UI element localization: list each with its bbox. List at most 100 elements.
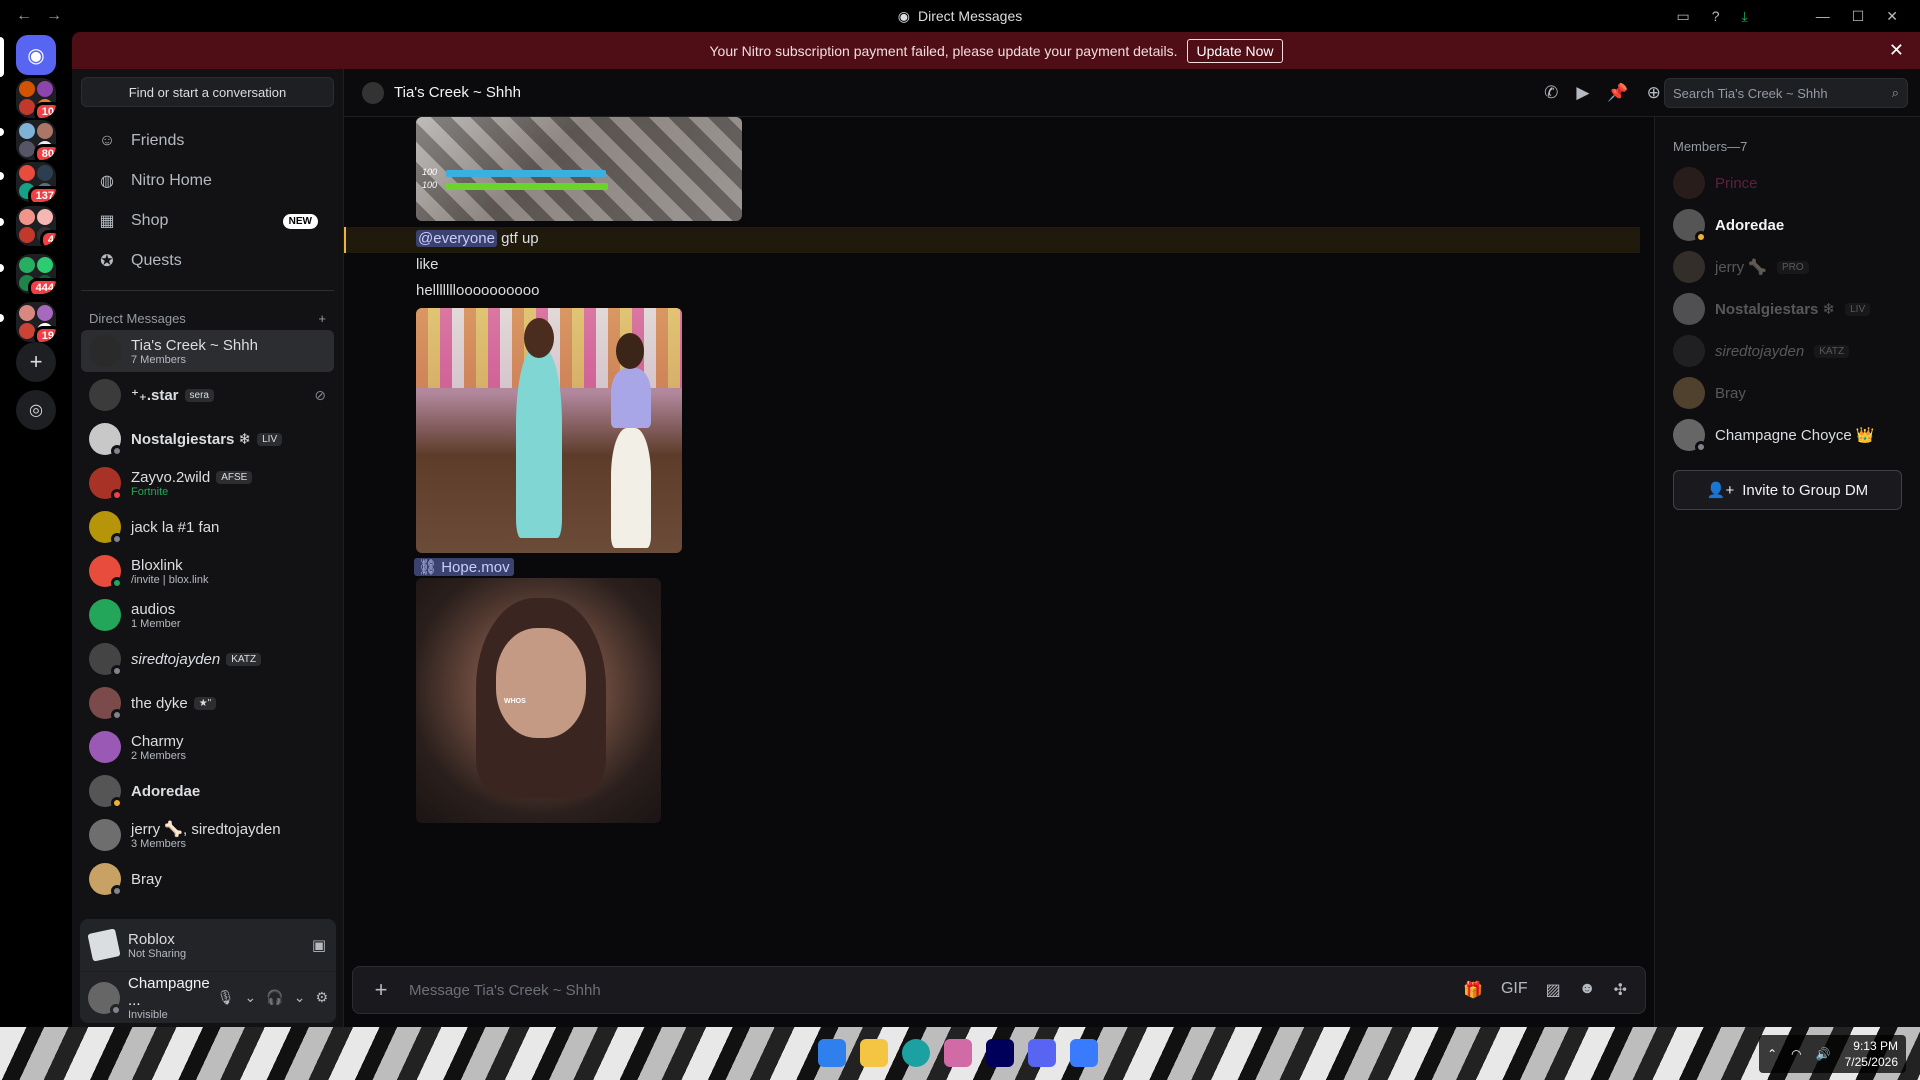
dm-item[interactable]: the dyke ★" <box>81 682 334 724</box>
emoji-icon[interactable]: ☻ <box>1579 980 1596 1000</box>
dm-item[interactable]: audios 1 Member <box>81 594 334 636</box>
file-explorer-icon[interactable] <box>860 1039 888 1067</box>
dm-item[interactable]: Tia's Creek ~ Shhh 7 Members <box>81 330 334 372</box>
voice-call-icon[interactable]: ✆ <box>1544 83 1558 103</box>
wifi-icon[interactable]: ◠ <box>1791 1047 1801 1061</box>
dm-item[interactable]: Bray <box>81 858 334 900</box>
app-icon[interactable] <box>944 1039 972 1067</box>
member-item[interactable]: Bray <box>1655 372 1920 414</box>
volume-icon[interactable]: 🔊 <box>1816 1047 1831 1061</box>
server-folder-1[interactable]: 10 <box>16 78 56 118</box>
member-item[interactable]: siredtojayden KATZ <box>1655 330 1920 372</box>
server-folder-6[interactable]: 19 <box>16 302 56 342</box>
discord-taskbar-icon[interactable] <box>1028 1039 1056 1067</box>
nav-shop[interactable]: ▦ Shop NEW <box>81 201 334 241</box>
unread-badge: 80 <box>33 144 56 160</box>
game-screenshot-image[interactable]: 100 100 <box>416 117 742 221</box>
create-dm-icon[interactable]: + <box>318 311 326 326</box>
avatar <box>1673 419 1707 453</box>
message: @everyone gtf up <box>416 230 539 247</box>
member-item[interactable]: Nostalgiestars ❄ LIV <box>1655 288 1920 330</box>
server-folder-2[interactable]: 80 <box>16 120 56 160</box>
message-input[interactable] <box>409 981 1464 999</box>
screen-share-icon[interactable]: ▣ <box>312 936 326 954</box>
roblox-taskbar-icon[interactable] <box>1070 1039 1098 1067</box>
new-badge: NEW <box>282 213 318 229</box>
nav-quests[interactable]: ✪ Quests <box>81 241 334 281</box>
dm-item[interactable]: Zayvo.2wild AFSE Fortnite <box>81 462 334 504</box>
server-tag: PRO <box>1777 260 1809 274</box>
minimize-icon[interactable]: — <box>1816 8 1830 24</box>
member-item[interactable]: Adoredae <box>1655 204 1920 246</box>
member-item[interactable]: Champagne Choyce 👑 <box>1655 414 1920 456</box>
apps-icon[interactable]: ✣ <box>1614 980 1627 1000</box>
shop-icon: ▦ <box>99 213 115 230</box>
gif-icon[interactable]: GIF <box>1501 980 1528 1000</box>
avatar[interactable] <box>88 981 122 1016</box>
download-icon[interactable]: ⤓ <box>1742 8 1748 25</box>
dm-item[interactable]: Charmy 2 Members <box>81 726 334 768</box>
chevron-down-icon[interactable]: ⌄ <box>294 989 306 1006</box>
settings-gear-icon[interactable]: ⚙ <box>315 989 328 1006</box>
tv-still-image[interactable] <box>416 308 682 553</box>
unread-badge: 4 <box>39 230 56 246</box>
group-avatar <box>89 819 121 851</box>
roblox-icon <box>87 928 121 962</box>
after-effects-icon[interactable] <box>986 1039 1014 1067</box>
nav-nitro-home[interactable]: ◍ Nitro Home <box>81 161 334 201</box>
add-user-icon: 👤+ <box>1706 482 1735 499</box>
video-thumbnail[interactable]: WHOS <box>416 578 661 823</box>
video-call-icon[interactable]: ▶ <box>1576 83 1589 103</box>
attachment-link[interactable]: ⛓ Hope.mov <box>414 558 514 576</box>
add-server-button[interactable]: + <box>16 342 56 382</box>
gift-icon[interactable]: 🎁 <box>1463 980 1483 1000</box>
update-now-button[interactable]: Update Now <box>1187 38 1283 63</box>
start-menu-icon[interactable] <box>818 1039 846 1067</box>
server-folder-3[interactable]: 137 <box>16 162 56 202</box>
attach-plus-icon[interactable]: + <box>353 977 409 1003</box>
dm-item[interactable]: siredtojayden KATZ <box>81 638 334 680</box>
member-item[interactable]: Prince <box>1655 162 1920 204</box>
clock[interactable]: 9:13 PM 7/25/2026 <box>1845 1038 1898 1070</box>
close-icon[interactable]: ✕ <box>1889 40 1904 61</box>
chevron-down-icon[interactable]: ⌄ <box>245 989 257 1006</box>
discover-button[interactable]: ◎ <box>16 390 56 430</box>
add-friends-icon[interactable]: ⊕ <box>1647 83 1661 103</box>
chat-header: Tia's Creek ~ Shhh ✆ ▶ 📌 ⊕ 👥 Search Tia'… <box>344 69 1920 117</box>
avatar <box>89 379 121 411</box>
server-tag: KATZ <box>226 652 262 666</box>
chevron-up-icon[interactable]: ⌃ <box>1767 1047 1777 1061</box>
discord-logo-icon: ◉ <box>897 7 910 24</box>
server-folder-5[interactable]: 444 <box>16 254 56 294</box>
inbox-icon[interactable]: ▭ <box>1676 8 1689 25</box>
nav-friends[interactable]: ☺ Friends <box>81 121 334 161</box>
edge-browser-icon[interactable] <box>902 1039 930 1067</box>
invite-to-group-button[interactable]: 👤+ Invite to Group DM <box>1673 470 1902 510</box>
dm-item[interactable]: Nostalgiestars ❄ LIV <box>81 418 334 460</box>
dm-item[interactable]: jerry 🦴, siredtojayden 3 Members <box>81 814 334 856</box>
maximize-icon[interactable]: ☐ <box>1852 8 1865 25</box>
sticker-icon[interactable]: ▨ <box>1546 980 1561 1000</box>
microphone-icon[interactable]: 🎙 <box>217 989 235 1006</box>
everyone-mention[interactable]: @everyone <box>416 230 497 247</box>
dm-item[interactable]: Bloxlink/invite | blox.link <box>81 550 334 592</box>
headphones-icon[interactable]: 🎧 <box>266 989 283 1006</box>
member-item[interactable]: jerry 🦴 PRO <box>1655 246 1920 288</box>
pinned-messages-icon[interactable]: 📌 <box>1607 83 1628 103</box>
home-button[interactable]: ◉ <box>16 35 56 75</box>
find-conversation-button[interactable]: Find or start a conversation <box>81 77 334 107</box>
server-tag: ★" <box>193 696 217 710</box>
close-window-icon[interactable]: ✕ <box>1886 8 1898 25</box>
dm-item[interactable]: jack la #1 fan <box>81 506 334 548</box>
dm-item[interactable]: Adoredae <box>81 770 334 812</box>
server-folder-4[interactable]: 4 <box>16 206 56 246</box>
message-composer: + 🎁 GIF ▨ ☻ ✣ <box>352 966 1646 1014</box>
group-avatar <box>89 599 121 631</box>
back-arrow-icon[interactable]: ← <box>16 7 32 25</box>
discord-logo-icon: ◉ <box>27 44 45 67</box>
help-icon[interactable]: ? <box>1712 8 1720 24</box>
dm-item[interactable]: ⁺₊.star sera ⊘ <box>81 374 334 416</box>
video-caption: WHOS <box>504 698 526 705</box>
search-input[interactable]: Search Tia's Creek ~ Shhh ⌕ <box>1664 78 1908 108</box>
forward-arrow-icon[interactable]: → <box>46 7 62 25</box>
